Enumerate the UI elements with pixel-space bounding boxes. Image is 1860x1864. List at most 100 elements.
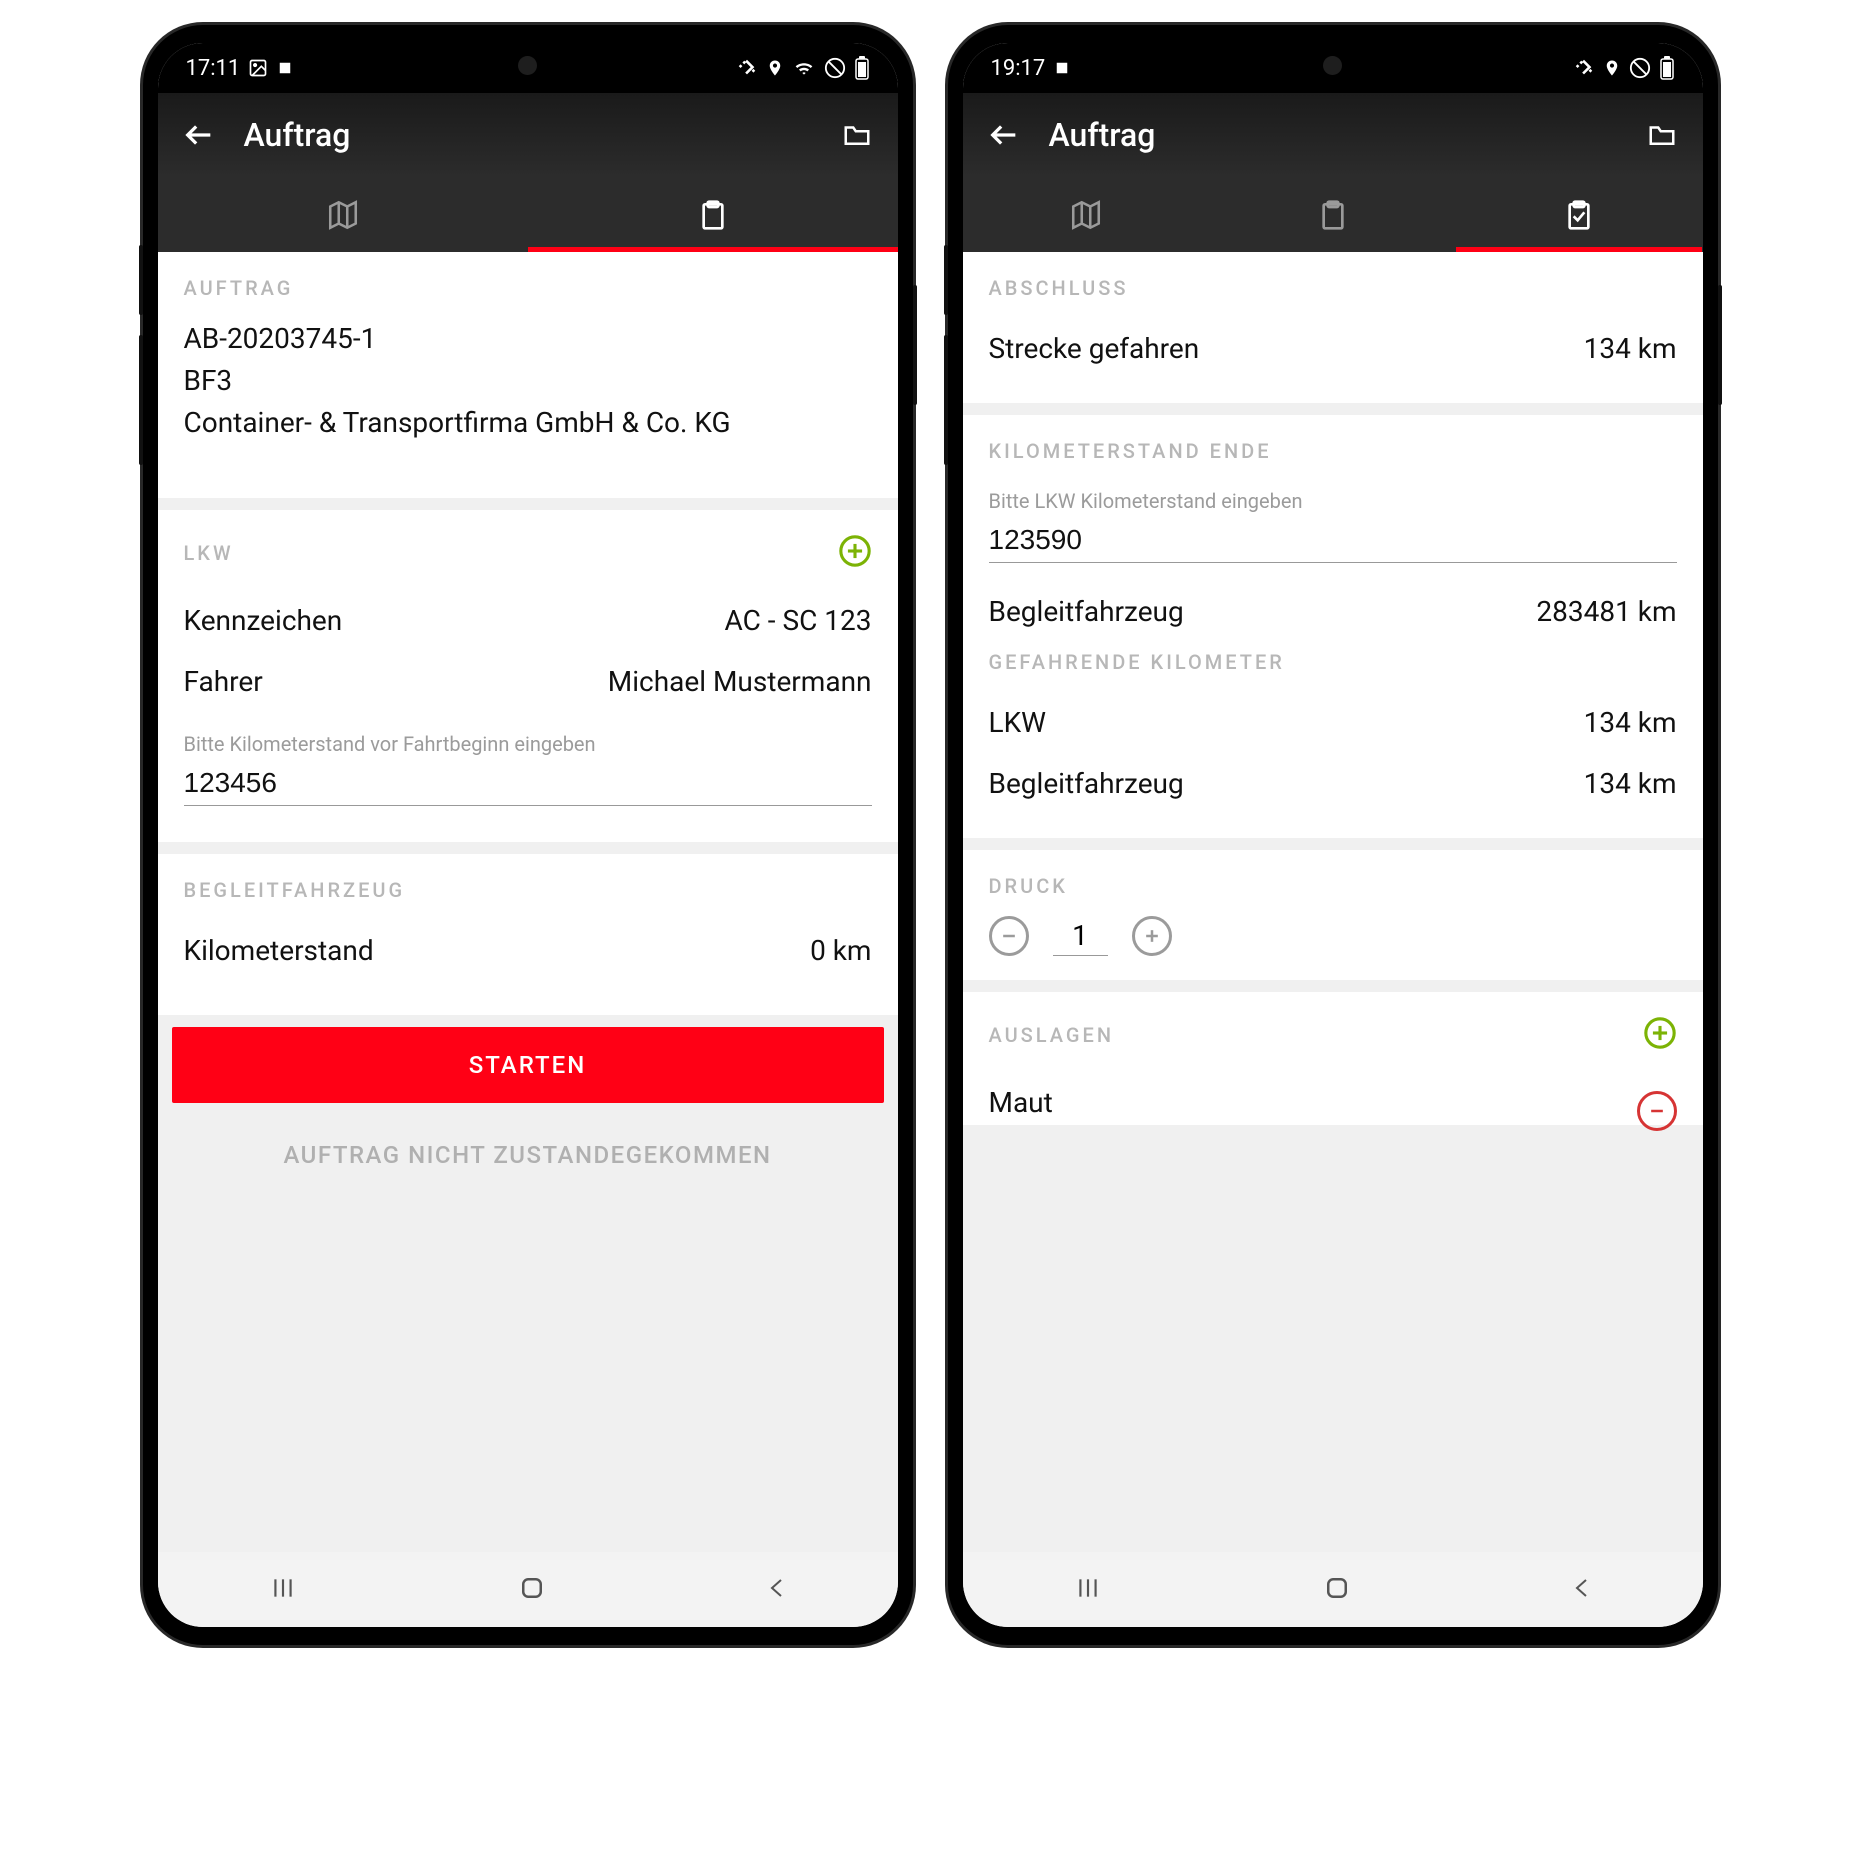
- card-auslagen: AUSLAGEN Maut: [963, 992, 1703, 1125]
- kmende-input-label: Bitte LKW Kilometerstand eingeben: [989, 489, 1677, 513]
- driver-value: Michael Mustermann: [608, 665, 872, 698]
- system-nav-bar: [158, 1552, 898, 1627]
- cancel-order-button[interactable]: AUFTRAG NICHT ZUSTANDEGEKOMMEN: [158, 1113, 898, 1197]
- home-button[interactable]: [517, 1573, 547, 1607]
- app-bar: Auftrag: [158, 93, 898, 177]
- order-company: Container- & Transportfirma GmbH & Co. K…: [184, 402, 872, 444]
- section-label-gef: GEFAHRENDE KILOMETER: [989, 650, 1677, 674]
- row-strecke: Strecke gefahren 134 km: [989, 318, 1677, 379]
- tab-bar: [963, 177, 1703, 252]
- phone-left: 17:11 Auftrag: [143, 25, 913, 1645]
- gef-lkw-value: 134 km: [1584, 706, 1677, 739]
- card-km-ende: KILOMETERSTAND ENDE Bitte LKW Kilometers…: [963, 415, 1703, 838]
- section-label-auftrag: AUFTRAG: [184, 276, 872, 300]
- row-maut: Maut: [989, 1072, 1677, 1119]
- stepper-plus-button[interactable]: [1132, 916, 1172, 956]
- tab-clipboard[interactable]: [1209, 177, 1456, 252]
- driver-label: Fahrer: [184, 665, 263, 698]
- section-label-auslagen: AUSLAGEN: [989, 1023, 1115, 1047]
- clipboard-icon: [697, 198, 729, 232]
- order-type: BF3: [184, 360, 872, 402]
- km-input[interactable]: [184, 761, 872, 806]
- begleit-km-label: Kilometerstand: [184, 934, 374, 967]
- maut-label: Maut: [989, 1086, 1053, 1119]
- row-plate: Kennzeichen AC - SC 123: [184, 590, 872, 651]
- km-input-label: Bitte Kilometerstand vor Fahrtbeginn ein…: [184, 732, 872, 756]
- gef-begleit-label: Begleitfahrzeug: [989, 767, 1184, 800]
- start-button[interactable]: STARTEN: [172, 1027, 884, 1103]
- dnd-icon: [824, 57, 846, 79]
- wifi-icon: [792, 58, 816, 78]
- map-icon: [326, 198, 360, 232]
- section-label-begleit: BEGLEITFAHRZEUG: [184, 878, 872, 902]
- battery-icon: [1659, 56, 1675, 80]
- plus-circle-icon: [1643, 1016, 1677, 1050]
- remove-maut-button[interactable]: [1637, 1091, 1677, 1131]
- row-begleit-km: Kilometerstand 0 km: [184, 920, 872, 981]
- row-gef-lkw: LKW 134 km: [989, 692, 1677, 753]
- app-title: Auftrag: [244, 116, 812, 154]
- minus-circle-icon: [1647, 1101, 1667, 1121]
- row-begleit: Begleitfahrzeug 283481 km: [989, 581, 1677, 642]
- tab-clipboard-check[interactable]: [1456, 177, 1703, 252]
- card-abschluss: ABSCHLUSS Strecke gefahren 134 km: [963, 252, 1703, 403]
- tab-clipboard[interactable]: [528, 177, 898, 252]
- image-icon: [248, 58, 268, 78]
- stepper-minus-button[interactable]: [989, 916, 1029, 956]
- begleit-value: 283481 km: [1536, 595, 1676, 628]
- section-label-druck: DRUCK: [989, 874, 1677, 898]
- vibrate-icon: [736, 57, 758, 79]
- tab-map[interactable]: [963, 177, 1210, 252]
- back-nav-button[interactable]: [1570, 1573, 1594, 1607]
- back-nav-button[interactable]: [765, 1573, 789, 1607]
- order-number: AB-20203745-1: [184, 318, 872, 360]
- dnd-icon: [1629, 57, 1651, 79]
- begleit-km-value: 0 km: [810, 934, 871, 967]
- content-area: ABSCHLUSS Strecke gefahren 134 km KILOME…: [963, 252, 1703, 1552]
- add-lkw-button[interactable]: [838, 534, 872, 572]
- battery-icon: [854, 56, 870, 80]
- stepper-value[interactable]: 1: [1053, 916, 1108, 956]
- section-label-lkw: LKW: [184, 541, 234, 565]
- app-bar: Auftrag: [963, 93, 1703, 177]
- tab-indicator: [1456, 247, 1703, 252]
- back-button[interactable]: [182, 118, 216, 152]
- content-area: AUFTRAG AB-20203745-1 BF3 Container- & T…: [158, 252, 898, 1552]
- card-begleitfahrzeug: BEGLEITFAHRZEUG Kilometerstand 0 km: [158, 854, 898, 1015]
- folder-button[interactable]: [840, 120, 874, 150]
- vibrate-icon: [1573, 57, 1595, 79]
- kmende-input[interactable]: [989, 518, 1677, 563]
- tab-map[interactable]: [158, 177, 528, 252]
- system-nav-bar: [963, 1552, 1703, 1627]
- home-button[interactable]: [1322, 1573, 1352, 1607]
- stop-icon: [276, 59, 294, 77]
- section-label-abschluss: ABSCHLUSS: [989, 276, 1677, 300]
- plus-circle-icon: [838, 534, 872, 568]
- recents-button[interactable]: [267, 1575, 299, 1605]
- minus-icon: [999, 926, 1019, 946]
- app-title: Auftrag: [1049, 116, 1617, 154]
- gef-lkw-label: LKW: [989, 706, 1047, 739]
- back-button[interactable]: [987, 118, 1021, 152]
- gef-begleit-value: 134 km: [1584, 767, 1677, 800]
- map-icon: [1069, 198, 1103, 232]
- folder-button[interactable]: [1645, 120, 1679, 150]
- clipboard-icon: [1317, 198, 1349, 232]
- camera-notch: [1311, 43, 1355, 87]
- location-icon: [1603, 57, 1621, 79]
- stop-icon: [1053, 59, 1071, 77]
- tab-indicator: [528, 247, 898, 252]
- status-time: 19:17: [991, 56, 1046, 81]
- card-lkw: LKW Kennzeichen AC - SC 123 Fahrer Micha…: [158, 510, 898, 842]
- begleit-label: Begleitfahrzeug: [989, 595, 1184, 628]
- recents-button[interactable]: [1072, 1575, 1104, 1605]
- plate-label: Kennzeichen: [184, 604, 343, 637]
- strecke-label: Strecke gefahren: [989, 332, 1200, 365]
- section-label-kmende: KILOMETERSTAND ENDE: [989, 439, 1677, 463]
- card-auftrag: AUFTRAG AB-20203745-1 BF3 Container- & T…: [158, 252, 898, 498]
- plate-value: AC - SC 123: [725, 604, 872, 637]
- camera-notch: [506, 43, 550, 87]
- card-druck: DRUCK 1: [963, 850, 1703, 980]
- plus-icon: [1142, 926, 1162, 946]
- add-auslagen-button[interactable]: [1643, 1016, 1677, 1054]
